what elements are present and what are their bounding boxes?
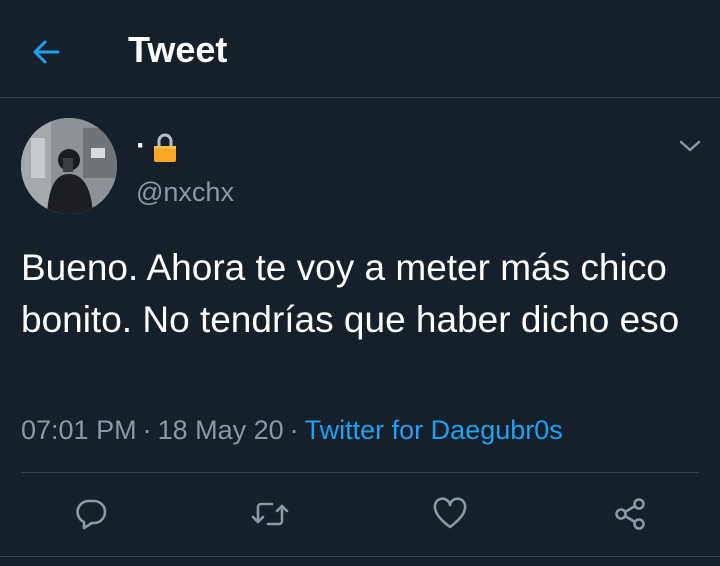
reply-button[interactable] <box>69 492 113 536</box>
lock-icon <box>154 133 176 162</box>
action-bar <box>0 480 720 546</box>
tweet-time: 07:01 PM <box>21 415 137 445</box>
back-arrow-icon <box>33 40 60 64</box>
heart-icon <box>433 497 467 529</box>
display-name-text: · <box>136 129 146 162</box>
more-options-button[interactable] <box>674 130 706 162</box>
header: Tweet <box>0 0 720 98</box>
meta-separator: · <box>142 415 152 445</box>
retweet-button[interactable] <box>248 492 292 536</box>
tweet-source-link[interactable]: Twitter for Daegubr0s <box>305 415 563 445</box>
like-button[interactable] <box>428 492 472 536</box>
tweet-text: Bueno. Ahora te voy a meter más chico bo… <box>21 247 680 340</box>
chevron-down-icon <box>679 140 701 152</box>
tweet-detail-screen: Tweet · @nxchx Bueno. Ahora te voy a met… <box>0 0 720 566</box>
user-handle[interactable]: @nxchx <box>136 176 234 208</box>
back-button[interactable] <box>24 30 68 74</box>
page-title: Tweet <box>128 29 228 70</box>
avatar[interactable] <box>21 118 117 214</box>
bottom-border <box>0 556 720 557</box>
reply-icon <box>76 499 107 530</box>
share-icon <box>615 498 645 530</box>
divider <box>21 472 699 473</box>
share-button[interactable] <box>608 492 652 536</box>
tweet-meta: 07:01 PM · 18 May 20 · Twitter for Daegubr0s <box>21 412 563 448</box>
avatar-image <box>21 118 117 214</box>
display-name[interactable]: · <box>136 128 178 168</box>
tweet-date: 18 May 20 <box>157 415 284 445</box>
meta-separator: · <box>289 415 299 445</box>
retweet-icon <box>251 502 289 526</box>
